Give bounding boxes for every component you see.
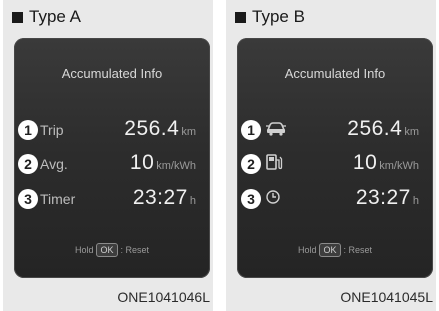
clock-icon [265, 189, 281, 210]
trip-distance: 256.4 [347, 117, 403, 140]
average-label: Avg. [40, 156, 68, 172]
trip-unit: km [404, 126, 419, 138]
number-1-badge: 1 [241, 120, 261, 140]
average-value: 10 km/kWh [353, 151, 419, 177]
timer-label: Timer [40, 191, 76, 207]
type-a-heading: Type A [12, 6, 81, 28]
type-a-panel: Type A Accumulated Info 1 Trip 256.4 km … [3, 0, 213, 311]
reset-text: : Reset [343, 245, 373, 255]
hold-text: Hold [74, 245, 94, 255]
timer-time: 23:27 [355, 186, 411, 209]
hold-ok-reset-hint: Hold OK : Reset [14, 243, 210, 257]
hold-text: Hold [297, 245, 317, 255]
hold-ok-reset-hint: Hold OK : Reset [237, 243, 433, 257]
type-b-heading: Type B [235, 6, 305, 28]
number-2-badge: 2 [18, 154, 38, 174]
average-unit: km/kWh [156, 160, 196, 172]
timer-unit: h [189, 195, 196, 207]
trip-label: Trip [40, 122, 64, 138]
ok-button-glyph: OK [319, 243, 341, 257]
timer-unit: h [412, 195, 419, 207]
timer-time: 23:27 [132, 186, 188, 209]
trip-row: 1 256.4 km [241, 117, 429, 143]
screen-title: Accumulated Info [61, 66, 163, 81]
average-unit: km/kWh [379, 160, 419, 172]
average-efficiency: 10 [129, 151, 155, 174]
average-row: 2 Avg. 10 km/kWh [18, 151, 206, 177]
reset-text: : Reset [120, 245, 150, 255]
charging-station-icon [265, 153, 283, 176]
trip-row: 1 Trip 256.4 km [18, 117, 206, 143]
figure-code: ONE1041045L [340, 289, 433, 305]
type-b-panel: Type B Accumulated Info 1 256.4 km 2 10 … [226, 0, 436, 311]
trip-unit: km [181, 126, 196, 138]
square-bullet-icon [235, 11, 246, 23]
screen-title: Accumulated Info [284, 66, 386, 81]
number-3-badge: 3 [18, 189, 38, 209]
average-row: 2 10 km/kWh [241, 151, 429, 177]
number-3-badge: 3 [241, 189, 261, 209]
timer-row: 3 Timer 23:27 h [18, 186, 206, 212]
average-value: 10 km/kWh [130, 151, 196, 177]
average-efficiency: 10 [352, 151, 378, 174]
type-a-label: Type A [29, 7, 81, 26]
number-1-badge: 1 [18, 120, 38, 140]
trip-distance: 256.4 [124, 117, 180, 140]
trip-value: 256.4 km [347, 117, 419, 143]
figure-code: ONE1041046L [117, 289, 210, 305]
cluster-display-type-a: Accumulated Info 1 Trip 256.4 km 2 Avg. … [14, 38, 210, 278]
square-bullet-icon [12, 11, 23, 23]
type-b-label: Type B [252, 7, 305, 26]
timer-value: 23:27 h [133, 186, 196, 212]
number-2-badge: 2 [241, 154, 261, 174]
timer-row: 3 23:27 h [241, 186, 429, 212]
timer-value: 23:27 h [356, 186, 419, 212]
trip-value: 256.4 km [124, 117, 196, 143]
ok-button-glyph: OK [96, 243, 118, 257]
cluster-display-type-b: Accumulated Info 1 256.4 km 2 10 km/kWh … [237, 38, 433, 278]
car-icon [265, 120, 287, 141]
